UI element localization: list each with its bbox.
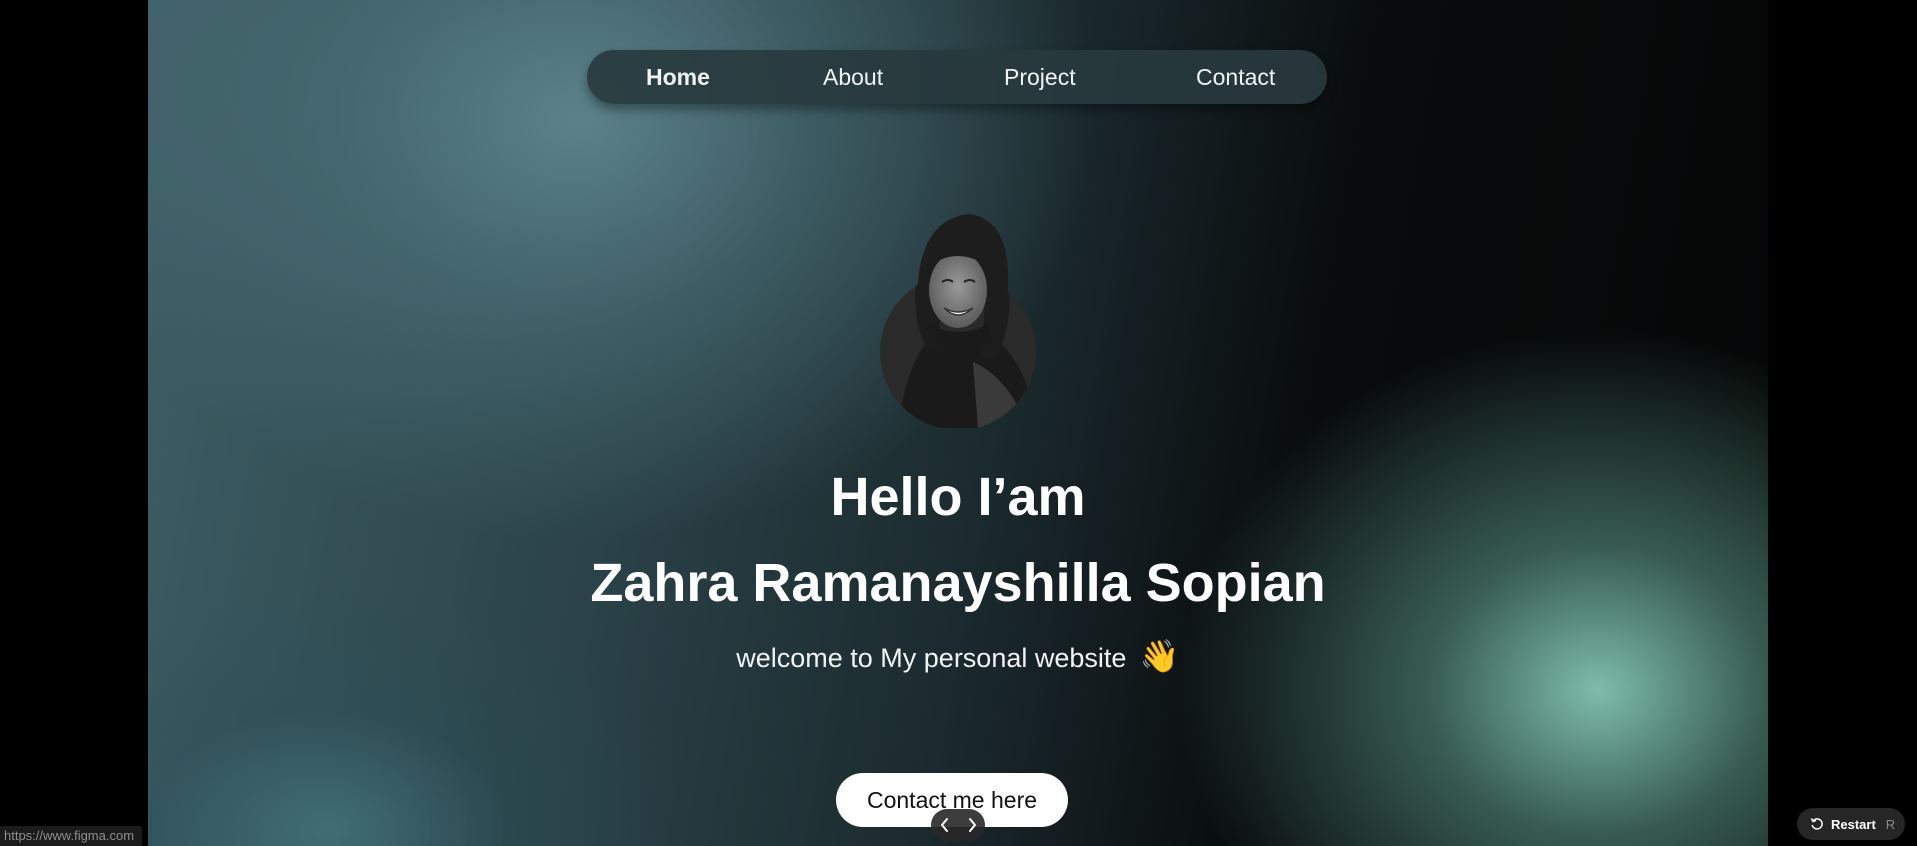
restart-icon bbox=[1810, 818, 1823, 830]
nav-item-about[interactable]: About bbox=[823, 50, 883, 104]
name-heading: Zahra Ramanayshilla Sopian bbox=[590, 553, 1326, 613]
prototype-pager bbox=[931, 809, 985, 841]
restart-shortcut-key: R bbox=[1885, 816, 1896, 832]
welcome-tagline: welcome to My personal website bbox=[736, 643, 1127, 673]
chevron-right-icon[interactable] bbox=[962, 813, 982, 837]
nav-item-home[interactable]: Home bbox=[646, 50, 710, 104]
chevron-left-icon[interactable] bbox=[935, 813, 955, 837]
restart-button[interactable]: Restart R bbox=[1797, 808, 1905, 840]
welcome-text: welcome to My personal website 👋 bbox=[148, 636, 1768, 678]
status-bar-url: https://www.figma.com bbox=[0, 826, 143, 846]
greeting-heading: Hello I’am bbox=[830, 467, 1086, 527]
prototype-viewport: Home About Project Contact Hello I’am Za… bbox=[0, 0, 1917, 846]
waving-hand-icon: 👋 bbox=[1139, 638, 1180, 674]
profile-photo bbox=[878, 212, 1038, 428]
restart-label: Restart bbox=[1831, 816, 1876, 832]
top-nav: Home About Project Contact bbox=[587, 50, 1327, 104]
hero-frame: Home About Project Contact Hello I’am Za… bbox=[148, 0, 1768, 846]
nav-item-contact[interactable]: Contact bbox=[1196, 50, 1275, 104]
nav-item-project[interactable]: Project bbox=[1004, 50, 1076, 104]
